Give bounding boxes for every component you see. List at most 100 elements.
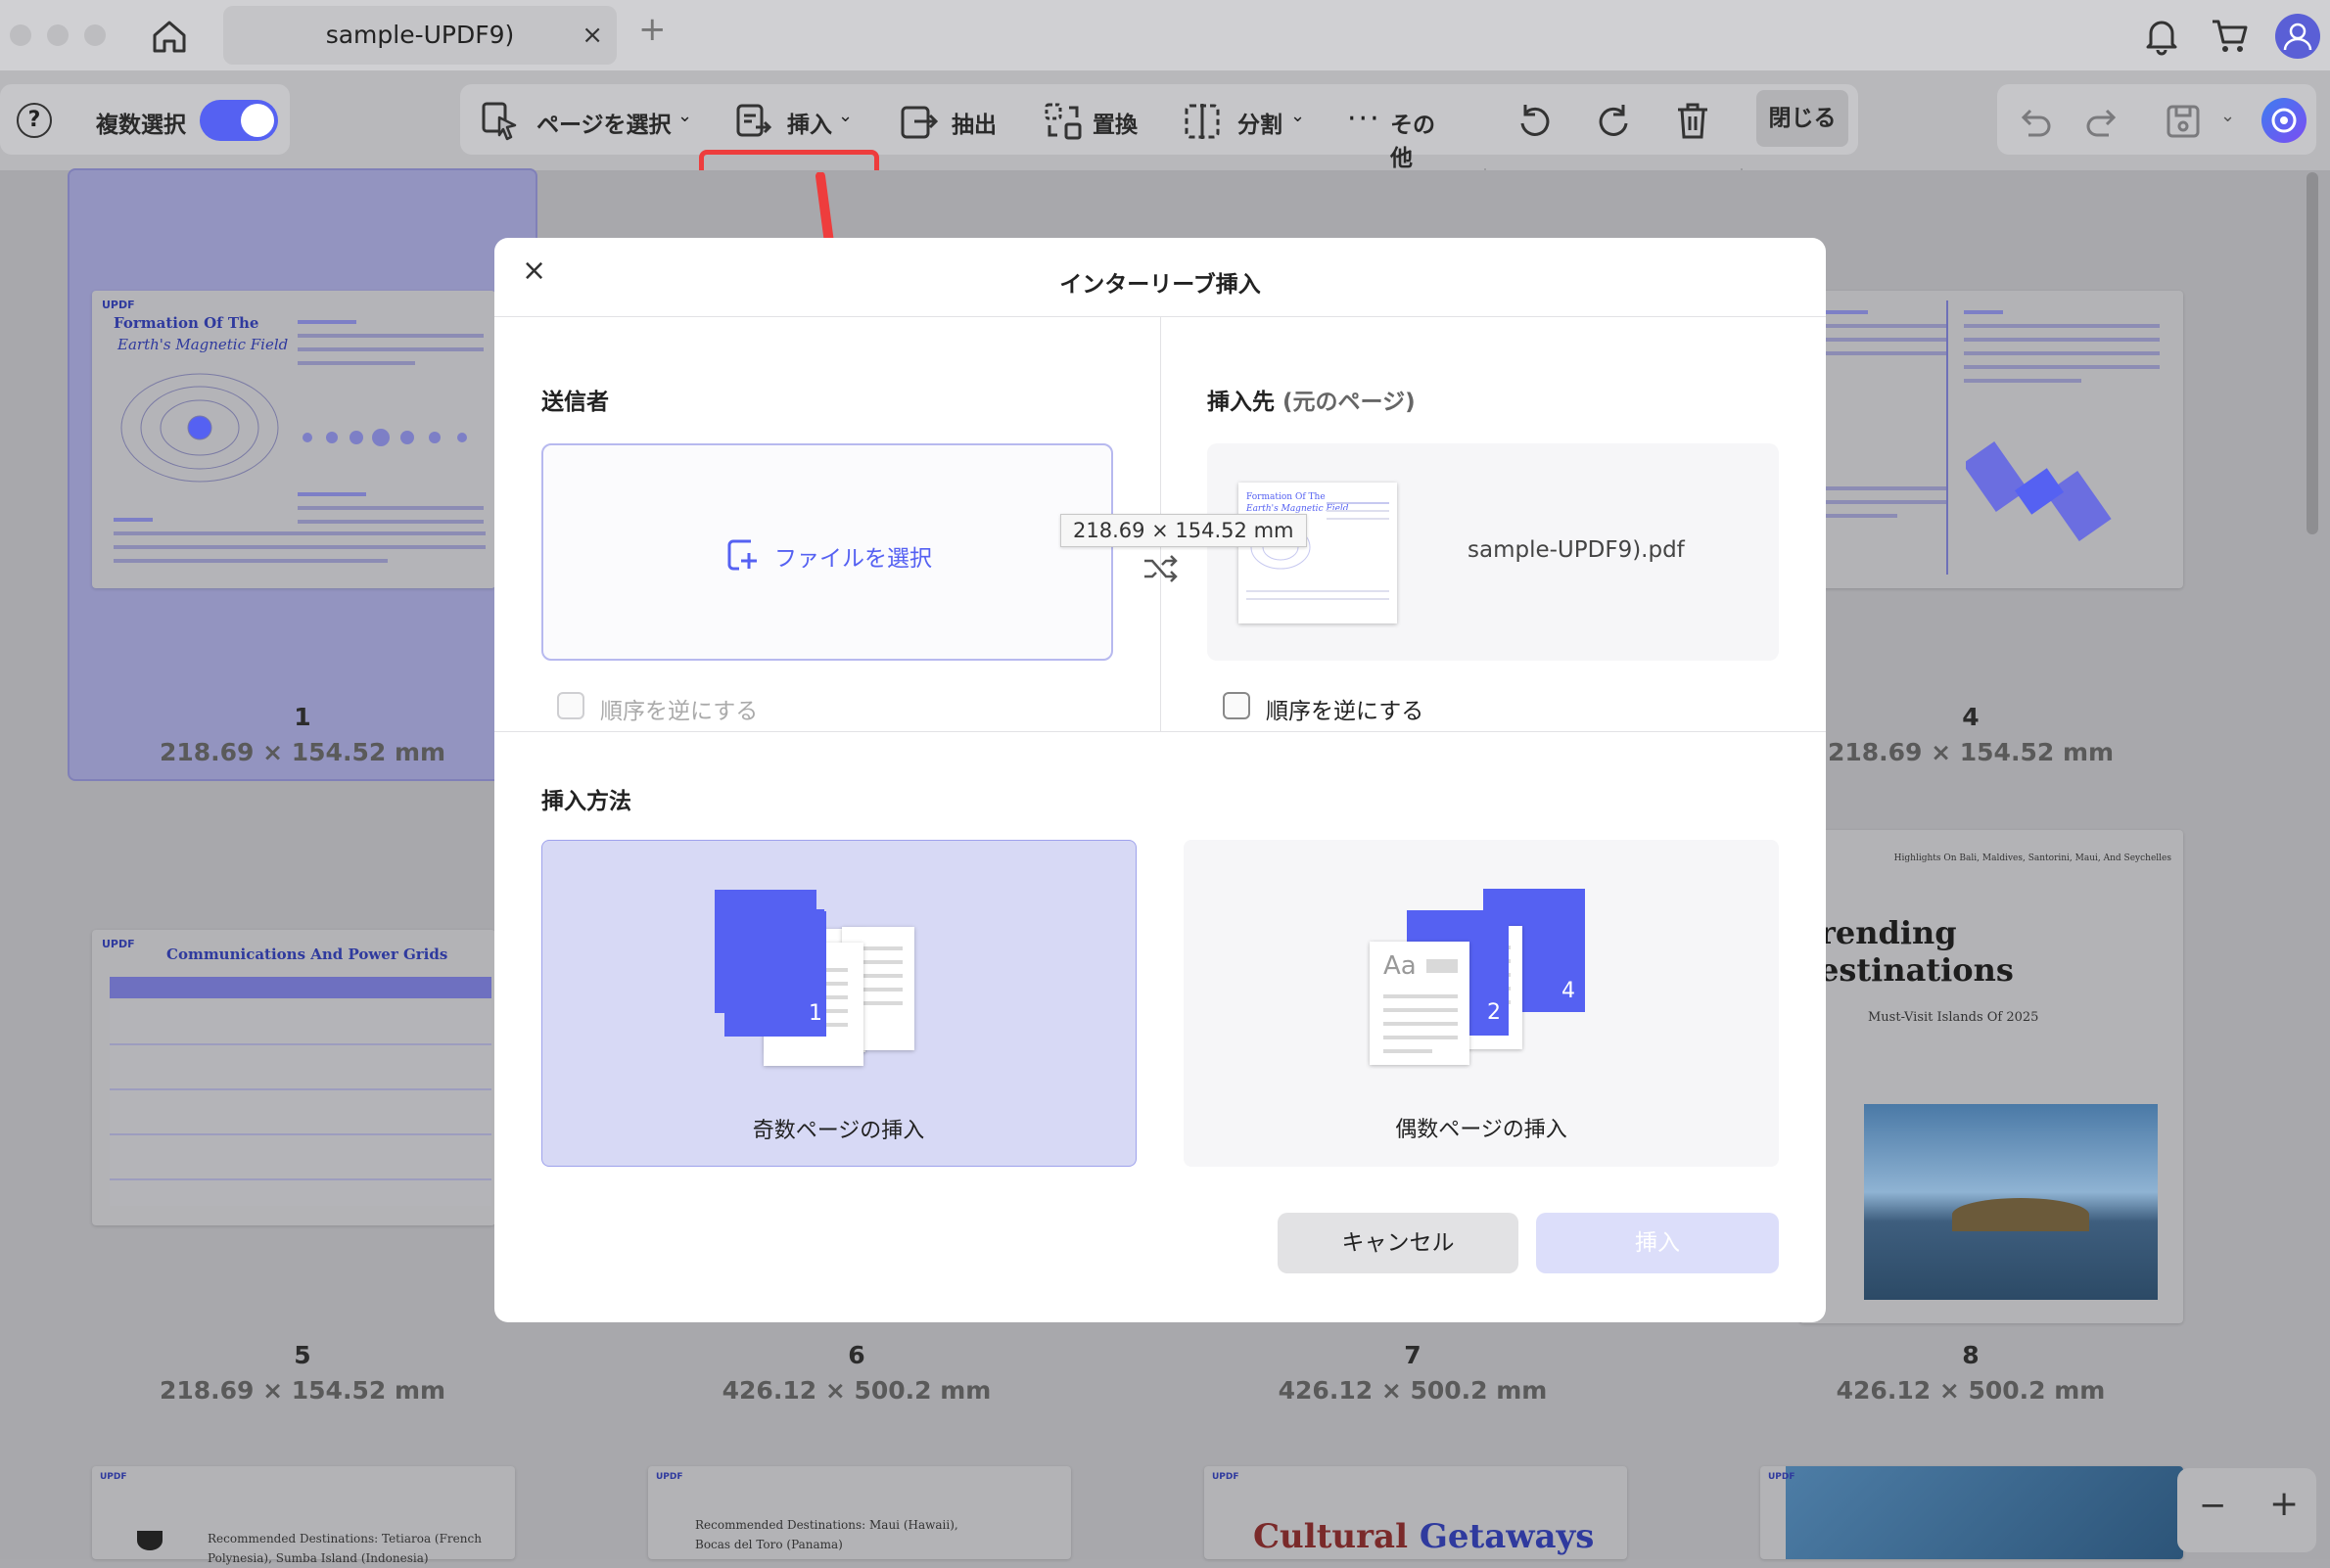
zoom-in-button[interactable]: + <box>2269 1484 2299 1524</box>
size-tooltip: 218.69 × 154.52 mm <box>1060 514 1307 547</box>
satellite-icon <box>1966 440 2112 542</box>
page-11-title: Cultural Getaways <box>1253 1517 1594 1556</box>
zoom-controls: − + <box>2177 1468 2316 1552</box>
replace-label: 置換 <box>1093 113 1138 138</box>
page-8-title-line2: estinations <box>1819 951 2014 989</box>
odd-page-1-number: 1 <box>809 1001 822 1026</box>
save-icon[interactable] <box>2164 102 2203 141</box>
page-1-circles <box>298 428 474 446</box>
page-12-thumbnail[interactable]: UPDF <box>1760 1466 2183 1559</box>
chevron-down-icon: ⌄ <box>677 106 693 126</box>
scrollbar-thumb[interactable] <box>2307 172 2318 534</box>
page-11-title-word2: Getaways <box>1419 1517 1595 1556</box>
sender-reverse-checkbox[interactable] <box>557 692 584 719</box>
destination-label-paren: (元のページ) <box>1282 390 1416 415</box>
split-icon <box>1185 104 1220 139</box>
mask-icon <box>137 1531 163 1550</box>
page-1-title: Formation Of The <box>114 314 259 332</box>
page-5-thumbnail[interactable]: UPDF Communications And Power Grids <box>92 930 495 1225</box>
close-button[interactable]: 閉じる <box>1756 90 1848 147</box>
page-9-text: Recommended Destinations: Tetiaroa (Fren… <box>208 1532 482 1565</box>
insert-button[interactable]: 挿入 ⌄ <box>728 98 865 143</box>
choose-file-label: ファイルを選択 <box>774 546 932 572</box>
page-11-title-word1: Cultural <box>1253 1517 1408 1556</box>
toolbar: ? 複数選択 ページを選択 ⌄ 挿入 ⌄ 抽出 置換 分割 ⌄ ··· その他 … <box>0 70 2330 224</box>
page-5-title: Communications And Power Grids <box>166 945 448 963</box>
page-10-thumbnail[interactable]: UPDF Recommended Destinations: Maui (Haw… <box>648 1466 1071 1559</box>
extract-label: 抽出 <box>952 113 997 138</box>
even-original-page: Aa <box>1370 942 1469 1065</box>
page-4-text-block <box>1819 310 1946 365</box>
rotate-left-icon[interactable] <box>1514 100 1555 141</box>
tab-close-button[interactable]: × <box>582 6 603 65</box>
destination-file-card: Formation Of The Earth's Magnetic Field … <box>1207 443 1779 661</box>
page-8-number: 8 <box>1962 1341 1980 1369</box>
window-minimize-button[interactable] <box>47 24 69 46</box>
page-1-thumbnail[interactable]: UPDF Formation Of The Earth's Magnetic F… <box>92 291 495 588</box>
cart-icon[interactable] <box>2209 14 2252 57</box>
page-7-number: 7 <box>1404 1341 1421 1369</box>
replace-button[interactable]: 置換 <box>1044 98 1151 143</box>
dialog-title: インターリーブ挿入 <box>1059 272 1261 298</box>
title-bar: sample-UPDF9) × + <box>0 0 2330 70</box>
page-8-size: 426.12 × 500.2 mm <box>1836 1376 2106 1405</box>
odd-pages-option[interactable]: 3 1 奇数ページの挿入 <box>541 840 1137 1167</box>
home-icon[interactable] <box>149 16 190 57</box>
undo-icon[interactable] <box>2015 102 2054 141</box>
even-page-4-number: 4 <box>1561 979 1575 1003</box>
more-button[interactable]: ··· その他 <box>1347 98 1455 171</box>
insert-submit-button[interactable]: 挿入 <box>1536 1213 1779 1273</box>
bell-icon[interactable] <box>2140 14 2183 57</box>
save-options-chevron-icon[interactable]: ⌄ <box>2220 106 2235 126</box>
destination-label: 挿入先 (元のページ) <box>1207 383 1416 416</box>
rotate-right-icon[interactable] <box>1594 100 1635 141</box>
redo-icon[interactable] <box>2083 102 2122 141</box>
multi-select-toggle[interactable] <box>200 100 278 141</box>
page-4-number: 4 <box>1962 703 1980 731</box>
split-label: 分割 <box>1237 113 1282 138</box>
page-6-size: 426.12 × 500.2 mm <box>722 1376 992 1405</box>
select-pages-label: ページを選択 <box>536 113 672 138</box>
page-11-logo: UPDF <box>1212 1472 1239 1482</box>
close-label: 閉じる <box>1768 106 1837 131</box>
new-tab-button[interactable]: + <box>638 10 667 49</box>
help-icon[interactable]: ? <box>17 103 52 138</box>
page-4-thumbnail[interactable] <box>1799 291 2183 588</box>
ai-assistant-icon[interactable] <box>2261 98 2307 143</box>
trash-icon[interactable] <box>1672 100 1713 141</box>
page-10-logo: UPDF <box>656 1472 683 1482</box>
more-dots-icon: ··· <box>1347 102 1381 136</box>
page-10-text: Recommended Destinations: Maui (Hawaii),… <box>695 1518 958 1551</box>
cancel-button[interactable]: キャンセル <box>1278 1213 1518 1273</box>
page-9-thumbnail[interactable]: UPDF Recommended Destinations: Tetiaroa … <box>92 1466 515 1565</box>
tab-title: sample-UPDF9) <box>325 21 515 49</box>
replace-icon <box>1045 103 1082 140</box>
page-5-number: 5 <box>294 1341 311 1369</box>
even-page-2-number: 2 <box>1487 1000 1501 1025</box>
window-zoom-button[interactable] <box>84 24 106 46</box>
destination-label-text: 挿入先 <box>1207 390 1275 415</box>
destination-reverse-checkbox[interactable] <box>1223 692 1250 719</box>
page-8-header: Highlights On Bali, Maldives, Santorini,… <box>1893 853 2171 863</box>
interleave-insert-dialog: × インターリーブ挿入 送信者 ファイルを選択 順序を逆にする 挿入先 (元のペ… <box>494 238 1826 1322</box>
avatar[interactable] <box>2275 14 2320 59</box>
document-tab[interactable]: sample-UPDF9) × <box>223 6 617 65</box>
page-1-size: 218.69 × 154.52 mm <box>159 738 446 766</box>
page-6-number: 6 <box>848 1341 865 1369</box>
insert-page-icon <box>736 104 772 137</box>
extract-button[interactable]: 抽出 <box>899 98 1006 143</box>
page-11-thumbnail[interactable]: UPDF Cultural Getaways <box>1204 1466 1627 1559</box>
window-close-button[interactable] <box>10 24 31 46</box>
file-drop-zone[interactable]: ファイルを選択 <box>541 443 1113 661</box>
even-pages-option[interactable]: 4 2 Aa 偶数ページの挿入 <box>1184 840 1779 1167</box>
page-8-thumbnail[interactable]: Highlights On Bali, Maldives, Santorini,… <box>1799 830 2183 1323</box>
chevron-down-icon: ⌄ <box>838 106 854 126</box>
even-pages-label: 偶数ページの挿入 <box>1395 1118 1567 1142</box>
even-page-aa: Aa <box>1383 951 1417 981</box>
zoom-out-button[interactable]: − <box>2199 1486 2227 1525</box>
extract-icon <box>901 106 939 139</box>
page-8-title-line1: rending <box>1819 914 1957 951</box>
shuffle-icon[interactable] <box>1141 549 1180 588</box>
sender-reverse-label: 順序を逆にする <box>600 699 759 724</box>
split-button[interactable]: 分割 ⌄ <box>1183 98 1310 143</box>
